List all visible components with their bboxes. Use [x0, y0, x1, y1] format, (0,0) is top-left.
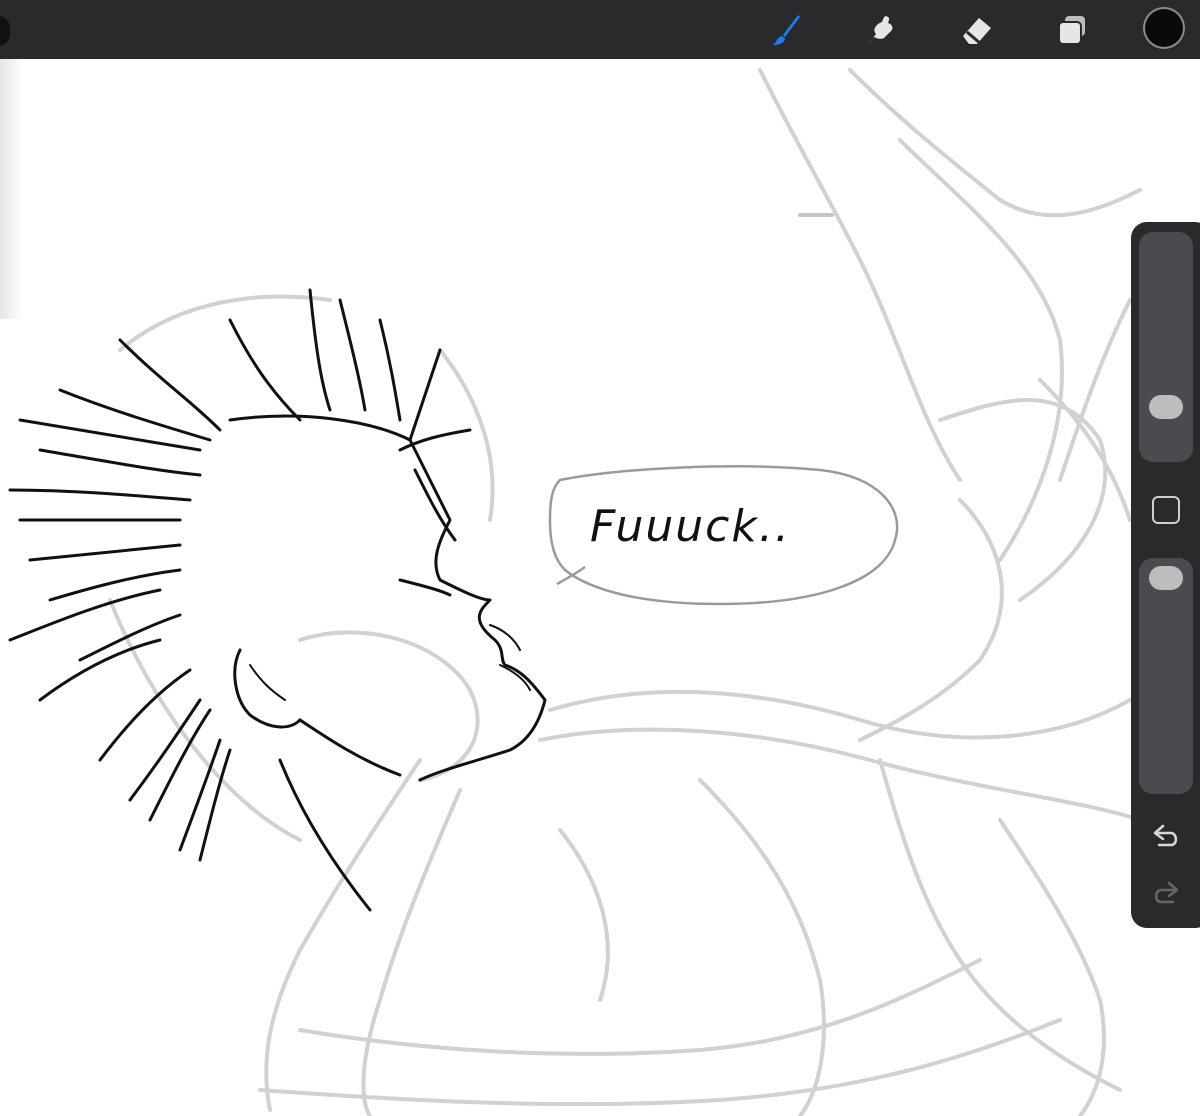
eraser-tool-button[interactable]	[955, 8, 999, 52]
brush-size-thumb[interactable]	[1149, 395, 1183, 419]
redo-button[interactable]	[1149, 876, 1183, 910]
redo-icon	[1154, 881, 1179, 904]
brush-size-slider[interactable]	[1139, 232, 1193, 462]
undo-icon	[1153, 824, 1178, 847]
layers-icon	[1058, 16, 1085, 45]
brush-tool-button[interactable]	[764, 8, 808, 52]
speech-text: Fuuuck..	[590, 501, 791, 552]
opacity-thumb[interactable]	[1149, 566, 1183, 590]
square-icon	[1154, 510, 1155, 511]
speech-bubble: Fuuuck..	[548, 465, 899, 606]
artwork: Fuuuck..	[8, 68, 1142, 1116]
procreate-app: Fuuuck..	[0, 0, 1200, 1116]
eraser-icon	[963, 18, 991, 46]
side-toolbar	[1131, 222, 1200, 928]
gallery-button[interactable]	[0, 16, 10, 46]
drawing-canvas[interactable]: Fuuuck..	[0, 59, 1200, 1116]
color-picker-button[interactable]	[1145, 9, 1183, 47]
opacity-slider[interactable]	[1139, 558, 1193, 794]
top-toolbar	[0, 0, 1200, 59]
smudge-icon	[868, 16, 893, 44]
smudge-tool-button[interactable]	[858, 8, 902, 52]
brush-icon	[773, 15, 800, 45]
undo-button[interactable]	[1149, 819, 1183, 853]
layers-tool-button[interactable]	[1050, 8, 1094, 52]
modify-button[interactable]	[1152, 496, 1180, 524]
head-drawing	[228, 414, 547, 912]
